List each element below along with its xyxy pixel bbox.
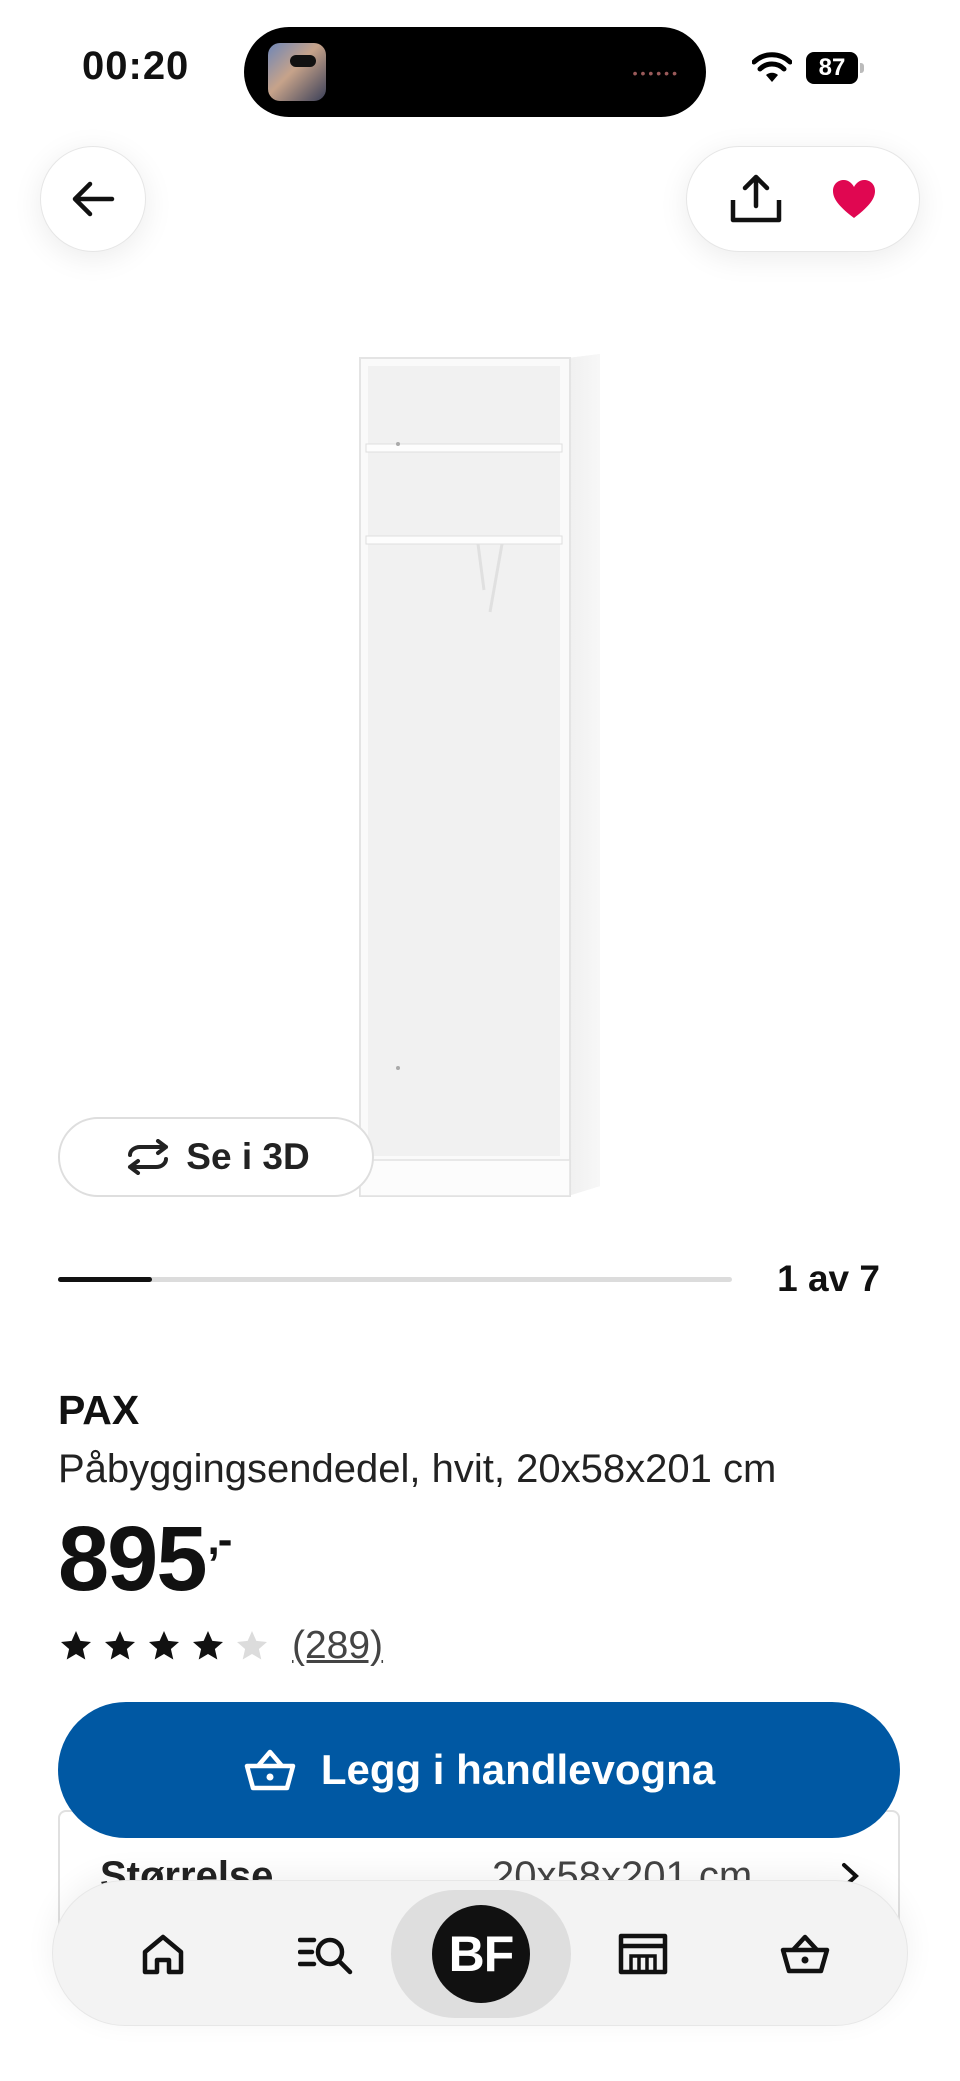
rotate-3d-icon	[128, 1139, 169, 1175]
share-icon[interactable]	[729, 174, 783, 224]
nav-search[interactable]	[277, 1881, 377, 2027]
star-icon	[61, 1631, 91, 1660]
nav-cart[interactable]	[755, 1881, 855, 2027]
now-playing-avatar	[268, 43, 326, 101]
add-to-cart-button[interactable]: Legg i handlevogna	[58, 1702, 900, 1838]
status-bar: 00:20 •••••• 87	[0, 0, 960, 130]
rating-stars	[58, 1628, 270, 1664]
search-list-icon	[298, 1937, 353, 1975]
bf-halo: BF	[391, 1890, 571, 2018]
product-description: Påbyggingsendedel, hvit, 20x58x201 cm	[58, 1447, 777, 1491]
gallery-progress	[58, 1277, 732, 1282]
battery-tip	[860, 63, 864, 73]
gallery-progress-fill	[58, 1277, 153, 1282]
star-icon	[193, 1631, 223, 1660]
price-suffix: ,-	[207, 1515, 233, 1564]
store-icon	[618, 1933, 668, 1975]
home-icon	[142, 1934, 184, 1975]
dynamic-island[interactable]: ••••••	[244, 27, 706, 117]
arrow-left-icon	[72, 181, 115, 217]
status-time: 00:20	[82, 44, 190, 88]
review-count-link[interactable]: (289)	[292, 1624, 383, 1668]
basket-icon	[780, 1934, 830, 1974]
nav-home[interactable]	[113, 1881, 213, 2027]
product-brand: PAX	[58, 1387, 140, 1433]
star-icon	[149, 1631, 179, 1660]
heart-icon[interactable]	[831, 178, 877, 220]
audio-indicator-icon: ••••••	[632, 65, 680, 81]
add-to-cart-label: Legg i handlevogna	[320, 1746, 716, 1793]
share-favorite-group	[686, 146, 920, 252]
view-3d-button[interactable]: Se i 3D	[58, 1117, 374, 1197]
star-icon	[105, 1631, 135, 1660]
product-image[interactable]	[352, 350, 608, 1198]
nav-bf[interactable]: BF	[391, 1881, 571, 2027]
back-button[interactable]	[40, 146, 146, 252]
product-rating[interactable]: (289)	[58, 1624, 383, 1668]
view-3d-label: Se i 3D	[186, 1136, 310, 1177]
wifi-icon	[752, 52, 792, 82]
gallery-page-count: 1 av 7	[777, 1258, 880, 1299]
product-price: 895,-	[58, 1507, 233, 1612]
basket-icon	[244, 1749, 296, 1791]
bottom-nav: BF	[52, 1880, 908, 2026]
battery-level: 87	[806, 52, 858, 84]
price-amount: 895	[58, 1508, 207, 1610]
star-icon	[237, 1631, 267, 1660]
battery-indicator: 87	[806, 52, 864, 84]
bf-badge: BF	[432, 1905, 530, 2003]
nav-store[interactable]	[593, 1881, 693, 2027]
